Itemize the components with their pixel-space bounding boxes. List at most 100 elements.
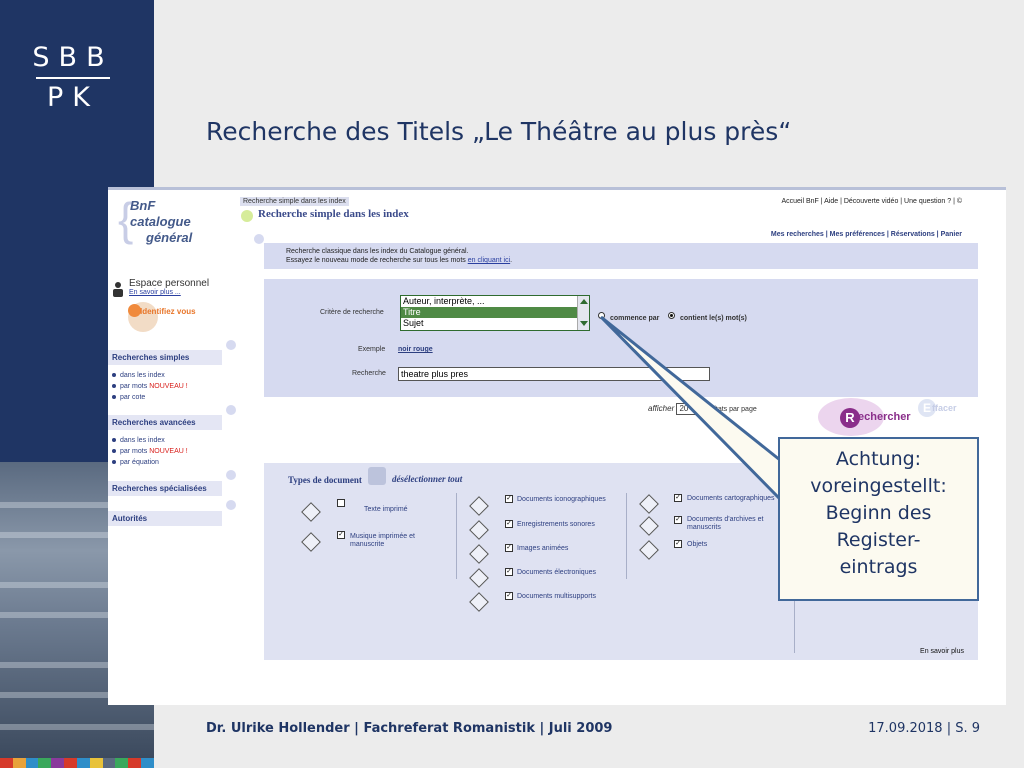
new-badge: NOUVEAU ! [149, 383, 188, 390]
page-heading: Recherche simple dans les index [258, 208, 409, 220]
espace-more-link[interactable]: En savoir plus ... [129, 289, 181, 296]
callout-box: Achtung: voreingestellt: Beginn des Regi… [778, 437, 979, 601]
sidebar-head-simple[interactable]: Recherches simples [108, 350, 222, 365]
criteria-option-selected[interactable]: Titre [401, 307, 589, 318]
scroll-down-icon[interactable] [580, 321, 588, 326]
intro-line-2: Essayez le nouveau mode de recherche sur… [286, 257, 513, 264]
sub-nav[interactable]: Mes recherches | Mes préférences | Réser… [771, 231, 962, 238]
sidebar-item-advanced-mots[interactable]: par mots NOUVEAU ! [112, 448, 188, 455]
identify-label: Identifiez vous [140, 307, 196, 316]
doc-type-label: Objets [687, 541, 708, 548]
checkbox-cartographiques[interactable]: ✓ [674, 494, 682, 502]
callout-line: Register- [836, 529, 921, 551]
checkbox-electroniques[interactable]: ✓ [505, 568, 513, 576]
types-heading: Types de document [288, 475, 362, 485]
column-divider [626, 493, 627, 579]
color-strip-segment [115, 758, 129, 768]
sidebar-item-simple-cote[interactable]: par cote [112, 394, 145, 401]
decor-bubble [226, 340, 236, 350]
checkbox-images-animees[interactable]: ✓ [505, 544, 513, 552]
color-strip-segment [38, 758, 52, 768]
printed-text-icon [301, 502, 321, 522]
example-label: Exemple [358, 346, 386, 353]
checkbox-sonores[interactable]: ✓ [505, 520, 513, 528]
logo-line-1: SBB [32, 42, 114, 73]
sidebar-head-advanced[interactable]: Recherches avancées [108, 415, 222, 430]
rechercher-button[interactable]: R echercher [818, 398, 911, 436]
color-strip-segment [76, 758, 90, 768]
sidebar-head-authorities[interactable]: Autorités [108, 511, 222, 526]
color-strip-segment [141, 758, 154, 768]
callout-line: voreingestellt: [810, 475, 947, 497]
sidebar-item-advanced-equation[interactable]: par équation [112, 459, 159, 466]
bnf-logo-line-2: catalogue [130, 214, 191, 229]
doc-type-label: Enregistrements sonores [517, 521, 595, 528]
decor-bubble [254, 234, 264, 244]
example-value: noir rouge [398, 346, 433, 353]
deselect-all-link[interactable]: désélectionner tout [392, 474, 462, 484]
decor-bubble [226, 405, 236, 415]
search-label: Recherche [352, 370, 386, 377]
decor-bubble [226, 470, 236, 480]
map-icon [639, 494, 659, 514]
color-strip-segment [12, 758, 26, 768]
criteria-select[interactable]: Auteur, interprète, ... Titre Sujet [400, 295, 590, 331]
radio-begins-label: commence par [610, 315, 660, 322]
criteria-option[interactable]: Auteur, interprète, ... [401, 296, 589, 307]
color-strip-segment [0, 758, 13, 768]
radio-contains[interactable] [668, 312, 675, 319]
en-savoir-plus-link[interactable]: En savoir plus [920, 648, 964, 655]
doc-type-label: Documents électroniques [517, 569, 596, 576]
slide-title: Recherche des Titels „Le Théâtre au plus… [206, 117, 792, 146]
intro-line-1: Recherche classique dans les index du Ca… [286, 248, 469, 255]
search-input[interactable]: theatre plus pres [398, 367, 710, 381]
sound-icon [469, 520, 489, 540]
sidebar-item-simple-mots[interactable]: par mots NOUVEAU ! [112, 383, 188, 390]
doc-type-label: Musique imprimée et manuscrite [350, 533, 415, 548]
identify-button[interactable]: Identifiez vous [128, 302, 196, 332]
checkbox-musique[interactable]: ✓ [337, 531, 345, 539]
object-icon [639, 540, 659, 560]
electronic-icon [469, 568, 489, 588]
music-icon [301, 532, 321, 552]
color-strip-segment [51, 758, 65, 768]
criteria-label: Critère de recherche [320, 309, 384, 316]
color-strip [0, 758, 154, 768]
radio-begins[interactable] [598, 312, 605, 319]
checkbox-iconographiques[interactable]: ✓ [505, 495, 513, 503]
sidebar-item-advanced-index[interactable]: dans les index [112, 437, 165, 444]
new-search-link[interactable]: en cliquant ici [468, 257, 510, 264]
sidebar-head-special[interactable]: Recherches spécialisées [108, 481, 222, 496]
heading-dot-icon [241, 210, 253, 222]
scroll-up-icon[interactable] [580, 299, 588, 304]
espace-label: Espace personnel [129, 278, 210, 289]
footer-date-page: 17.09.2018 | S. 9 [868, 721, 980, 736]
results-count-input[interactable]: 20 [676, 403, 699, 415]
color-strip-segment [25, 758, 39, 768]
top-nav[interactable]: Accueil BnF | Aide | Découverte vidéo | … [781, 198, 962, 205]
deselect-icon[interactable] [368, 467, 386, 485]
color-strip-segment [89, 758, 103, 768]
criteria-option[interactable]: Sujet [401, 318, 589, 329]
sidebar-item-simple-index[interactable]: dans les index [112, 372, 165, 379]
checkbox-texte-imprime[interactable] [337, 499, 345, 507]
checkbox-objets[interactable]: ✓ [674, 540, 682, 548]
checkbox-multisupports[interactable]: ✓ [505, 592, 513, 600]
doc-type-label: Texte imprimé [364, 506, 408, 513]
select-scrollbar[interactable] [577, 296, 589, 330]
decor-bubble [226, 500, 236, 510]
new-badge: NOUVEAU ! [149, 448, 188, 455]
person-icon [113, 282, 123, 297]
intro-box: Recherche classique dans les index du Ca… [264, 243, 978, 269]
doc-type-label: Documents cartographiques [687, 495, 775, 502]
radio-contains-label: contient le(s) mot(s) [680, 315, 747, 322]
bnf-logo-line-1: BnF [130, 198, 156, 213]
color-strip-segment [102, 758, 116, 768]
doc-type-label: Images animées [517, 545, 569, 552]
search-form: Critère de recherche Auteur, interprète,… [264, 279, 978, 397]
sbb-pk-logo: SBB PK [32, 42, 114, 113]
checkbox-archives[interactable]: ✓ [674, 516, 682, 524]
logo-line-2: PK [47, 82, 99, 113]
footer-author: Dr. Ulrike Hollender | Fachreferat Roman… [206, 721, 613, 736]
callout-line: Achtung: [835, 448, 922, 470]
